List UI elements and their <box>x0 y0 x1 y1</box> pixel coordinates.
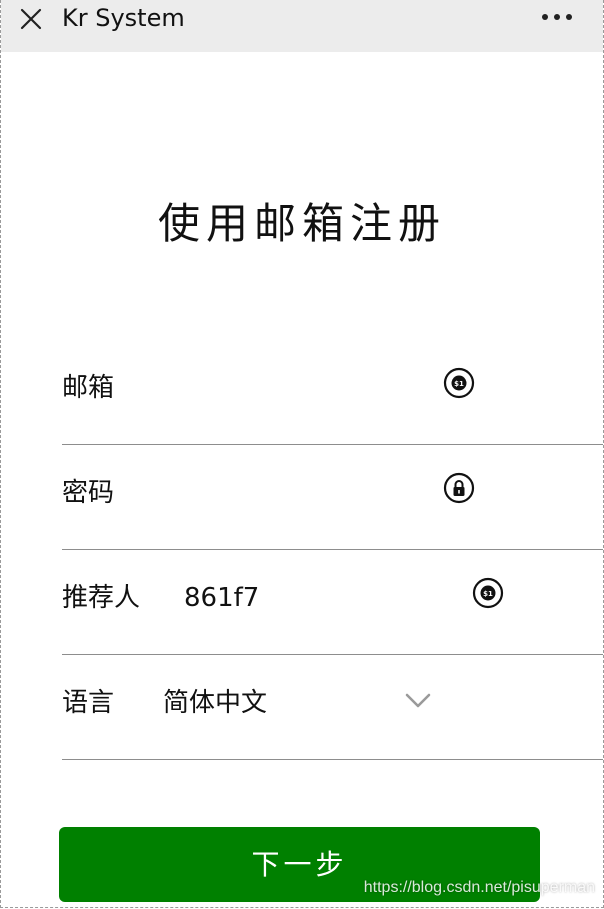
email-row: 邮箱 $1 <box>62 339 603 445</box>
referrer-label: 推荐人 <box>62 583 141 613</box>
page-title: 使用邮箱注册 <box>157 199 446 248</box>
language-row[interactable]: 语言 简体中文 <box>62 654 603 760</box>
close-button[interactable] <box>15 3 47 35</box>
lock-icon[interactable] <box>443 472 475 504</box>
more-icon <box>542 14 572 20</box>
close-icon <box>20 8 42 30</box>
svg-text:$1: $1 <box>454 380 464 388</box>
more-options-button[interactable] <box>537 2 577 32</box>
svg-text:$1: $1 <box>483 590 493 598</box>
password-label: 密码 <box>62 478 115 508</box>
language-label: 语言 <box>62 688 115 718</box>
referrer-icon[interactable]: $1 <box>472 577 504 609</box>
email-label: 邮箱 <box>62 373 115 403</box>
password-row: 密码 <box>62 444 603 550</box>
language-select-value[interactable]: 简体中文 <box>163 688 267 718</box>
watermark: https://blog.csdn.net/pisuperman <box>363 879 595 896</box>
app-window: Kr System 使用邮箱注册 邮箱 $1 密码 推荐人 861f7 $1 语… <box>0 0 604 908</box>
email-input[interactable] <box>152 371 436 407</box>
password-input[interactable] <box>152 476 436 512</box>
referrer-value[interactable]: 861f7 <box>184 583 259 613</box>
email-icon[interactable]: $1 <box>443 367 475 399</box>
window-title: Kr System <box>62 4 185 32</box>
top-bar: Kr System <box>1 0 603 52</box>
chevron-down-icon[interactable] <box>402 685 434 717</box>
referrer-row: 推荐人 861f7 $1 <box>62 549 603 655</box>
